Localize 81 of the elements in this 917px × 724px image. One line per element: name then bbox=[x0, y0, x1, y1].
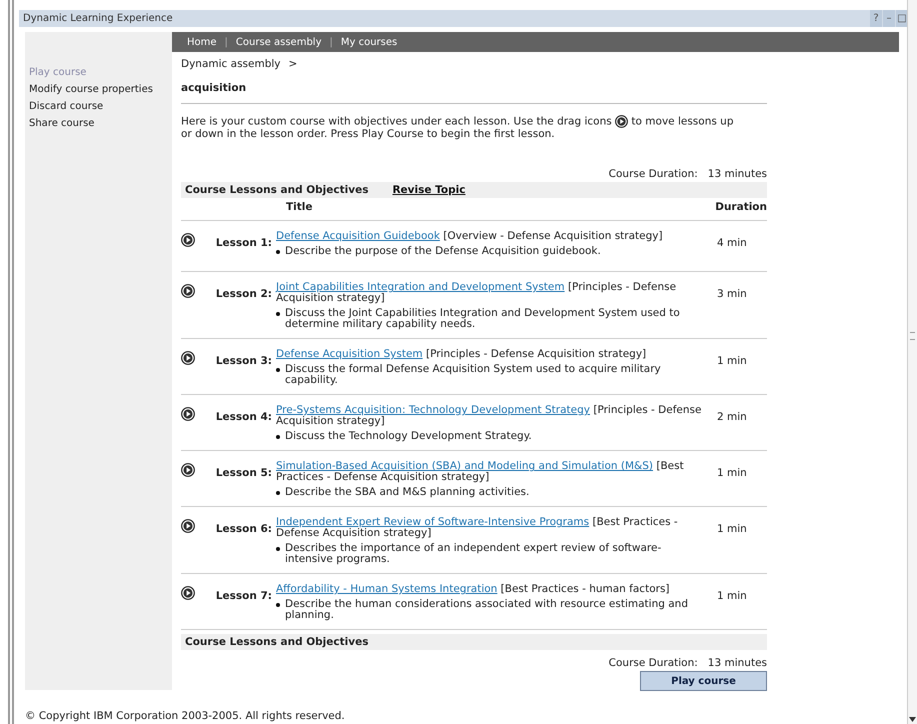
lesson-link[interactable]: Joint Capabilities Integration and Development System bbox=[276, 281, 565, 294]
duration-value: 13 minutes bbox=[708, 168, 767, 180]
objective-text: Describes the importance of an independent expert review of software-intensive programs. bbox=[285, 543, 662, 566]
help-button[interactable]: ? bbox=[869, 10, 882, 27]
drag-icon[interactable] bbox=[181, 463, 195, 478]
objective-text: Discuss the Technology Development Strategy. bbox=[285, 431, 532, 442]
drag-icon[interactable] bbox=[181, 233, 195, 248]
lesson-title: Joint Capabilities Integration and Development System [Principles - Defense Acquisition strategy] bbox=[276, 282, 678, 304]
lesson-link[interactable]: Simulation-Based Acquisition (SBA) and Modeling and Simulation (M&S) bbox=[276, 460, 654, 472]
play-course-button[interactable]: Play course bbox=[640, 671, 767, 692]
lesson-label: Lesson 5: bbox=[214, 466, 273, 482]
sidebar-link[interactable]: Discard course bbox=[25, 101, 172, 112]
lesson-label: Lesson 2: bbox=[214, 287, 273, 302]
drag-icon[interactable] bbox=[181, 351, 195, 366]
lesson-link[interactable]: Defense Acquisition Guidebook bbox=[276, 230, 440, 242]
nav-link[interactable]: Course assembly bbox=[236, 36, 322, 48]
lesson-label: Lesson 4: bbox=[214, 410, 273, 426]
lesson-duration: 4 min bbox=[717, 236, 748, 252]
course-name: acquisition bbox=[181, 82, 248, 94]
bullet-icon bbox=[276, 250, 280, 254]
objective-text: Discuss the formal Defense Acquisition System used to acquire military capability. bbox=[285, 364, 662, 386]
objective-text: Describe the SBA and M&S planning activities. bbox=[285, 487, 530, 498]
lesson-duration: 1 min bbox=[717, 522, 748, 538]
lesson-title: Defense Acquisition Guidebook [Overview - Defense Acquisition strategy] bbox=[276, 231, 664, 242]
drag-icon[interactable] bbox=[181, 284, 195, 298]
breadcrumb-separator: > bbox=[288, 58, 298, 70]
intro-text: or down in the lesson order. Press Play Course to begin the first lesson. bbox=[181, 128, 556, 142]
nav-separator: | bbox=[329, 36, 333, 48]
minimize-button[interactable]: – bbox=[882, 10, 895, 27]
revise-topic-link[interactable]: Revise Topic bbox=[392, 184, 466, 196]
nav-link[interactable]: Home bbox=[187, 36, 217, 48]
duration-label: Course Duration: bbox=[608, 168, 698, 180]
bullet-icon bbox=[276, 491, 280, 496]
intro-text: Here is your custom course with objectives under each lesson. Use the drag icons bbox=[181, 115, 612, 128]
lesson-label: Lesson 7: bbox=[214, 589, 273, 604]
lesson-link[interactable]: Affordability - Human Systems Integration bbox=[276, 583, 498, 596]
drag-icon[interactable] bbox=[615, 115, 628, 128]
sidebar-link[interactable]: Share course bbox=[25, 118, 172, 129]
copyright-text: © Copyright IBM Corporation 2003-2005. All rights reserved. bbox=[25, 710, 346, 722]
lesson-title: Simulation-Based Acquisition (SBA) and Modeling and Simulation (M&S) [Best Practices - Defense Acquisition strategy] bbox=[276, 461, 685, 484]
drag-icon[interactable] bbox=[181, 586, 195, 600]
scrollbar[interactable] bbox=[907, 0, 917, 724]
lesson-label: Lesson 1: bbox=[214, 236, 273, 252]
objective-text: Describe the human considerations associated with resource estimating and planning. bbox=[285, 599, 689, 622]
lesson-duration: 2 min bbox=[717, 410, 748, 426]
bullet-icon bbox=[276, 603, 280, 608]
lesson-link[interactable]: Defense Acquisition System bbox=[276, 348, 423, 360]
lesson-duration: 1 min bbox=[717, 466, 748, 482]
intro-text: to move lessons up bbox=[631, 115, 734, 128]
drag-icon[interactable] bbox=[181, 519, 195, 534]
lesson-title: Defense Acquisition System [Principles - Defense Acquisition strategy] bbox=[276, 349, 648, 360]
sidebar-link[interactable]: Modify course properties bbox=[25, 84, 172, 95]
objective-text: Describe the purpose of the Defense Acquisition guidebook. bbox=[285, 246, 601, 258]
duration-value: 13 minutes bbox=[708, 657, 767, 670]
lesson-duration: 1 min bbox=[717, 354, 748, 370]
duration-label: Course Duration: bbox=[608, 657, 698, 670]
lesson-title: Affordability - Human Systems Integration [Best Practices - human factors] bbox=[276, 584, 671, 596]
scroll-down-icon[interactable] bbox=[909, 717, 916, 722]
nav-separator: | bbox=[224, 36, 228, 48]
maximize-button[interactable]: □ bbox=[895, 10, 908, 27]
bullet-icon bbox=[276, 435, 280, 440]
nav-link[interactable]: My courses bbox=[340, 36, 398, 48]
lesson-title: Independent Expert Review of Software-Intensive Programs [Best Practices - Defense Acquisition strategy] bbox=[276, 517, 679, 540]
drag-icon[interactable] bbox=[181, 407, 195, 422]
lesson-link[interactable]: Independent Expert Review of Software-Intensive Programs bbox=[276, 516, 590, 528]
lesson-label: Lesson 3: bbox=[214, 354, 273, 370]
bullet-icon bbox=[276, 368, 280, 372]
section-footer: Course Lessons and Objectives bbox=[181, 634, 767, 650]
column-header: Title bbox=[286, 201, 313, 214]
objective-text: Discuss the Joint Capabilities Integration and Development System used to determine military capability needs. bbox=[285, 308, 681, 330]
lesson-title: Pre-Systems Acquisition: Technology Development Strategy [Principles - Defense Acquisition strategy] bbox=[276, 405, 702, 428]
lesson-duration: 1 min bbox=[717, 589, 748, 604]
lesson-duration: 3 min bbox=[717, 287, 748, 302]
bullet-icon bbox=[276, 547, 280, 552]
bullet-icon bbox=[276, 312, 280, 316]
lesson-link[interactable]: Pre-Systems Acquisition: Technology Development Strategy bbox=[276, 404, 590, 416]
window-title: Dynamic Learning Experience bbox=[23, 13, 173, 24]
section-title: Course Lessons and Objectives bbox=[185, 184, 368, 196]
lesson-label: Lesson 6: bbox=[214, 522, 273, 538]
breadcrumb-link[interactable]: Dynamic assembly bbox=[181, 58, 281, 70]
column-header: Duration bbox=[715, 201, 767, 214]
